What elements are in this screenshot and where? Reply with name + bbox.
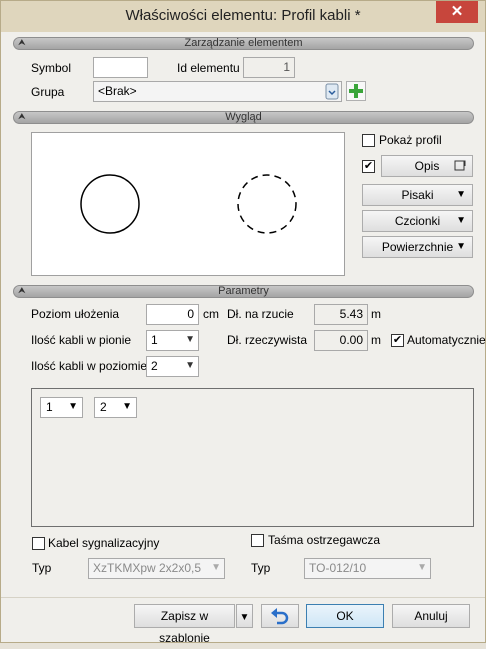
chevron-down-icon: ▼ <box>239 612 250 623</box>
chevron-down-icon: ▼ <box>68 401 78 412</box>
laying-level-unit: cm <box>203 307 219 321</box>
ok-button[interactable]: OK <box>306 604 384 628</box>
chevron-down-icon: ▼ <box>185 360 195 371</box>
warning-tape-type-select[interactable]: TO-012/10 ▼ <box>304 558 431 579</box>
id-label: Id elementu <box>177 61 240 75</box>
automatic-label: Automatycznie <box>407 333 486 347</box>
section-header-management[interactable]: ⮝ Zarządzanie elementem <box>13 37 474 50</box>
cancel-button[interactable]: Anuluj <box>392 604 470 628</box>
window-title: Właściwości elementu: Profil kabli * <box>125 7 361 24</box>
title-bar[interactable]: Właściwości elementu: Profil kabli * ✕ <box>1 1 485 32</box>
description-button[interactable]: Opis <box>381 155 473 177</box>
chevron-down-icon: ▼ <box>456 241 466 252</box>
add-group-button[interactable] <box>346 81 366 101</box>
chevron-down-icon: ▼ <box>456 189 466 200</box>
surfaces-button[interactable]: Powierzchnie ▼ <box>362 236 473 258</box>
checkmark-icon: ✔ <box>363 160 374 172</box>
cable-grid-panel: 1 ▼ 2 ▼ <box>31 388 474 527</box>
chevron-down-icon: ▼ <box>122 401 132 412</box>
warning-tape-checkbox[interactable] <box>251 534 264 547</box>
fonts-button-label: Czcionki <box>394 214 441 228</box>
group-field[interactable]: <Brak> <box>93 81 342 102</box>
symbol-label: Symbol <box>31 61 72 75</box>
section-header-appearance[interactable]: ⮝ Wygląd <box>13 111 474 124</box>
pens-button-label: Pisaki <box>401 188 434 202</box>
chevron-down-icon: ▼ <box>211 562 221 573</box>
grid-combo-2-value: 2 <box>100 400 107 414</box>
projection-length-label: Dł. na rzucie <box>227 307 294 321</box>
description-button-label: Opis <box>414 159 440 173</box>
laying-level-label: Poziom ułożenia <box>31 307 120 321</box>
group-picker-button[interactable] <box>323 82 341 101</box>
warning-tape-type-value: TO-012/10 <box>309 561 367 575</box>
warning-tape-label: Taśma ostrzegawcza <box>268 533 381 547</box>
section-title-appearance: Wygląd <box>225 111 262 123</box>
profile-preview <box>31 132 345 276</box>
real-length-field: 0.00 <box>314 330 368 351</box>
chevron-down-icon: ▼ <box>456 215 466 226</box>
cancel-button-label: Anuluj <box>414 609 448 623</box>
grid-combo-1-value: 1 <box>46 400 53 414</box>
section-title-management: Zarządzanie elementem <box>184 37 303 49</box>
vertical-cables-select[interactable]: 1 ▼ <box>146 330 199 351</box>
real-length-label: Dł. rzeczywista <box>227 333 308 347</box>
footer-divider <box>1 597 485 598</box>
laying-level-input[interactable]: 0 <box>146 304 199 325</box>
description-checkbox[interactable]: ✔ <box>362 160 375 173</box>
checkmark-icon: ✔ <box>392 334 403 346</box>
fonts-button[interactable]: Czcionki ▼ <box>362 210 473 232</box>
group-label: Grupa <box>31 85 65 99</box>
group-picker-icon <box>325 83 339 100</box>
vertical-cables-value: 1 <box>151 333 158 347</box>
real-length-unit: m <box>371 333 381 347</box>
cable-circle-dashed <box>237 174 297 234</box>
signal-cable-type-label: Typ <box>32 561 52 575</box>
horizontal-cables-select[interactable]: 2 ▼ <box>146 356 199 377</box>
group-value: <Brak> <box>98 84 137 98</box>
signal-cable-type-select[interactable]: XzTKMXpw 2x2x0,5 ▼ <box>88 558 225 579</box>
save-template-menu-button[interactable]: ▼ <box>236 604 253 628</box>
section-header-parameters[interactable]: ⮝ Parametry <box>13 285 474 298</box>
signal-cable-label: Kabel sygnalizacyjny <box>48 536 160 550</box>
close-icon: ✕ <box>450 3 464 20</box>
undo-button[interactable] <box>261 604 299 628</box>
external-window-icon <box>454 160 466 171</box>
undo-icon <box>271 608 289 625</box>
ok-button-label: OK <box>336 609 354 623</box>
close-button[interactable]: ✕ <box>436 1 478 23</box>
signal-cable-type-value: XzTKMXpw 2x2x0,5 <box>93 561 202 575</box>
cable-circle-solid <box>80 174 140 234</box>
chevron-down-icon: ▼ <box>417 562 427 573</box>
warning-tape-type-label: Typ <box>251 561 271 575</box>
show-profile-label: Pokaż profil <box>379 133 442 147</box>
horizontal-cables-value: 2 <box>151 359 158 373</box>
vertical-cables-label: Ilość kabli w pionie <box>31 333 132 347</box>
chevron-down-icon: ▼ <box>185 334 195 345</box>
projection-length-unit: m <box>371 307 381 321</box>
signal-cable-checkbox[interactable] <box>32 537 45 550</box>
properties-dialog: Właściwości elementu: Profil kabli * ✕ ⮝… <box>0 0 486 645</box>
surfaces-button-label: Powierzchnie <box>381 240 454 254</box>
horizontal-cables-label: Ilość kabli w poziomie <box>31 359 148 373</box>
show-profile-checkbox[interactable] <box>362 134 375 147</box>
automatic-checkbox[interactable]: ✔ <box>391 334 404 347</box>
save-template-button[interactable]: Zapisz w szablonie <box>134 604 235 645</box>
id-field: 1 <box>243 57 295 78</box>
grid-combo-1[interactable]: 1 ▼ <box>40 397 83 418</box>
pens-button[interactable]: Pisaki ▼ <box>362 184 473 206</box>
symbol-input[interactable] <box>93 57 148 78</box>
grid-combo-2[interactable]: 2 ▼ <box>94 397 137 418</box>
section-title-parameters: Parametry <box>218 285 269 297</box>
cable-profile-drawing <box>80 174 297 234</box>
save-template-label: Zapisz w szablonie <box>159 609 210 645</box>
plus-icon <box>349 84 363 98</box>
projection-length-field: 5.43 <box>314 304 368 325</box>
